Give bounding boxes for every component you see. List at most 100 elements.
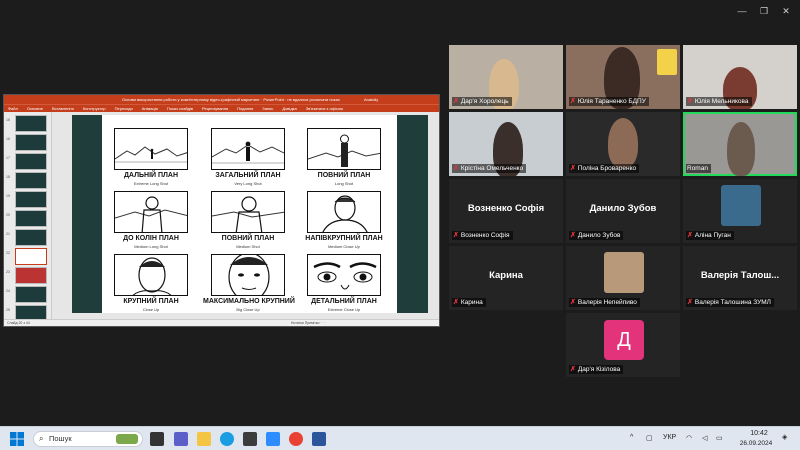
ppt-tab[interactable]: Довідка	[282, 105, 296, 112]
status-view-controls[interactable]: Нотатки Примітки · · ·	[291, 321, 326, 325]
battery-icon[interactable]: ▭	[716, 434, 723, 442]
participant-display-name: Валерія Талош...	[700, 270, 780, 281]
zoom-app-icon[interactable]	[266, 432, 280, 446]
windows-start-icon[interactable]	[10, 432, 24, 446]
participant-tile[interactable]: Карина ✗ Карина	[449, 246, 563, 310]
ppt-tab[interactable]: Основне	[27, 105, 43, 112]
notification-icon[interactable]: ◈	[782, 433, 787, 441]
participant-name: Юлія Мельникова	[694, 98, 749, 105]
shot-cell: ДЕТАЛЬНИЙ ПЛАН Extreme Close Up	[307, 254, 381, 327]
file-explorer-icon[interactable]	[197, 432, 211, 446]
network-icon[interactable]: ▢	[646, 434, 653, 442]
participant-name: Крістіна Омельченко	[460, 165, 524, 172]
shot-frame-illustration	[114, 128, 188, 170]
chrome-icon[interactable]	[289, 432, 303, 446]
ppt-title-bar: Основи використання роботи у комп'ютерно…	[4, 95, 439, 104]
ppt-tab[interactable]: Переходи	[115, 105, 133, 112]
close-icon[interactable]: ✕	[779, 6, 793, 17]
participant-label: ✗ Крістіна Омельченко	[452, 164, 527, 173]
participant-name: Дар'я Хоролець	[460, 98, 509, 105]
word-icon[interactable]	[312, 432, 326, 446]
taskbar-search-box[interactable]: ⌕ Пошук	[33, 431, 143, 447]
slide-thumbnail[interactable]	[15, 210, 47, 227]
shot-title: КРУПНИЙ ПЛАН	[123, 298, 179, 305]
slide-thumbnail[interactable]	[15, 267, 47, 284]
clock-time[interactable]: 10:42	[735, 430, 783, 437]
participant-tile[interactable]: ✗ Дар'я Хоролець	[449, 45, 563, 109]
participant-tile[interactable]: ✗ Юлія Мельникова	[683, 45, 797, 109]
task-view-icon[interactable]	[150, 432, 164, 446]
chevron-up-icon[interactable]: ^	[630, 434, 633, 441]
shot-subtitle: Extreme Close Up	[327, 307, 361, 312]
flag-logo	[657, 49, 677, 75]
shot-subtitle: Big Close Up	[236, 307, 260, 312]
ppt-tab[interactable]: Вставлення	[52, 105, 74, 112]
current-slide[interactable]: ДАЛЬНІЙ ПЛАН Extreme Long Shot ЗАГАЛЬНИЙ…	[72, 115, 428, 313]
windows-taskbar: ⌕ Пошук ^ ▢ УКР ◠ ◁ ▭ 10:42 26.09.2024 ◈	[0, 426, 800, 450]
teams-icon[interactable]	[174, 432, 188, 446]
ppt-tab[interactable]: Рецензування	[202, 105, 228, 112]
participant-tile[interactable]: ✗ Аліна Пуган	[683, 179, 797, 243]
clock-date[interactable]: 26.09.2024	[726, 440, 786, 447]
participant-tile-active-speaker[interactable]: Roman	[683, 112, 797, 176]
participant-tile[interactable]: Д ✗ Дар'я Кізілова	[566, 313, 680, 377]
shot-cell: МАКСИМАЛЬНО КРУПНИЙ Big Close Up	[203, 254, 295, 327]
shot-subtitle: Medium Close Up	[328, 244, 360, 249]
participant-label: ✗ Дар'я Кізілова	[569, 365, 624, 374]
mic-muted-icon: ✗	[687, 98, 693, 105]
participant-name: Юлія Тараненко БДПУ	[577, 98, 646, 105]
ppt-status-bar: Слайд 20 з 44 Нотатки Примітки · · ·	[4, 319, 439, 326]
participant-avatar	[604, 252, 644, 293]
shot-subtitle: Close Up	[142, 307, 160, 312]
participant-tile[interactable]: ✗ Крістіна Омельченко	[449, 112, 563, 176]
shot-title: ЗАГАЛЬНИЙ ПЛАН	[215, 172, 281, 179]
minimize-icon[interactable]: —	[735, 6, 749, 16]
slide-thumbnail[interactable]	[15, 153, 47, 170]
participant-name: Дар'я Кізілова	[577, 366, 621, 373]
participant-label: ✗ Карина	[452, 298, 486, 307]
slide-thumbnail[interactable]	[15, 286, 47, 303]
ppt-tab[interactable]: Показ слайдів	[167, 105, 193, 112]
slide-thumbnail[interactable]	[15, 115, 47, 132]
slide-number: 20	[6, 213, 10, 217]
participant-label: ✗ Валерія Непейпиво	[569, 298, 640, 307]
ppt-tab[interactable]: Запис	[262, 105, 273, 112]
slide-thumbnail[interactable]	[15, 134, 47, 151]
mic-muted-icon: ✗	[570, 165, 576, 172]
slide-number: 16	[6, 137, 10, 141]
participant-label: ✗ Возненко Софія	[452, 231, 513, 240]
wifi-icon[interactable]: ◠	[686, 434, 692, 442]
participant-display-name: Возненко Софія	[467, 203, 545, 214]
language-indicator[interactable]: УКР	[663, 434, 676, 441]
slide-number: 21	[6, 232, 10, 236]
participant-tile[interactable]: Возненко Софія ✗ Возненко Софія	[449, 179, 563, 243]
ppt-tab[interactable]: Конструктор	[83, 105, 106, 112]
slide-thumbnail[interactable]	[15, 229, 47, 246]
mic-muted-icon: ✗	[570, 366, 576, 373]
slide-thumbnail[interactable]	[15, 191, 47, 208]
participant-tile[interactable]: ✗ Юлія Тараненко БДПУ	[566, 45, 680, 109]
edge-browser-icon[interactable]	[220, 432, 234, 446]
shot-cell: КРУПНИЙ ПЛАН Close Up	[114, 254, 188, 327]
volume-icon[interactable]: ◁	[702, 434, 707, 442]
slide-thumbnail-selected[interactable]	[15, 248, 47, 265]
slide-number: 25	[6, 308, 10, 312]
mic-muted-icon: ✗	[453, 299, 459, 306]
store-icon[interactable]	[243, 432, 257, 446]
participant-tile[interactable]: Данило Зубов ✗ Данило Зубов	[566, 179, 680, 243]
participant-tile[interactable]: Валерія Талош... ✗ Валерія Талошина ЗУМЛ	[683, 246, 797, 310]
participant-tile[interactable]: ✗ Поліна Броваренко	[566, 112, 680, 176]
slide-number: 22	[6, 251, 10, 255]
restore-icon[interactable]: ❐	[757, 6, 771, 17]
participant-tile[interactable]: ✗ Валерія Непейпиво	[566, 246, 680, 310]
slide-thumbnail[interactable]	[15, 172, 47, 189]
ppt-tab[interactable]: Анімація	[142, 105, 158, 112]
ppt-tab[interactable]: Подання	[237, 105, 253, 112]
zoom-meeting-window: — ❐ ✕ Основи використання роботи у комп'…	[0, 0, 800, 450]
ppt-tab[interactable]: Файл	[8, 105, 18, 112]
shot-title: ПОВНИЙ ПЛАН	[317, 172, 371, 179]
participant-initial-avatar: Д	[604, 320, 644, 360]
shot-frame-illustration	[307, 128, 381, 170]
slide-thumbnail-panel[interactable]: 15 16 17 18 19 20 21 22 23 24 25	[4, 112, 52, 322]
ppt-tab[interactable]: Зв'язатися з офісом	[306, 105, 343, 112]
